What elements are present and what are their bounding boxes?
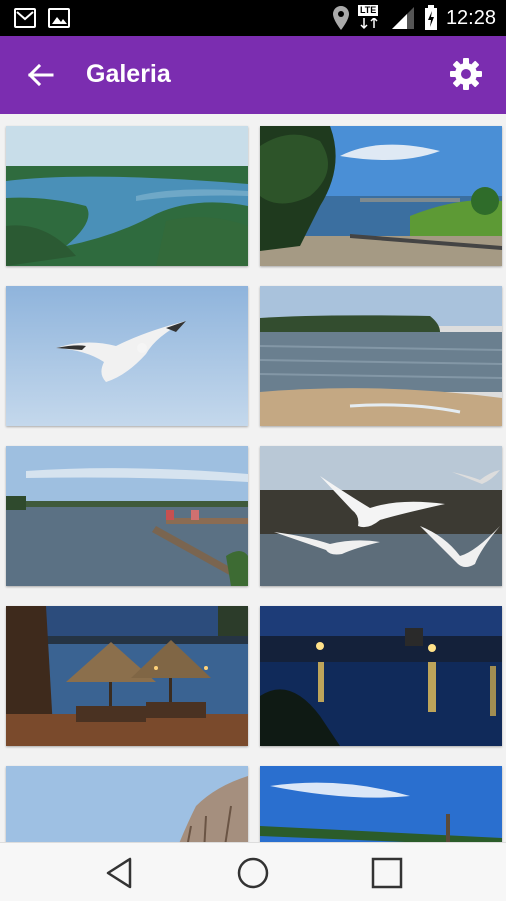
photo-lake-shore-pier-tree[interactable]	[260, 126, 502, 266]
gmail-icon	[14, 8, 36, 28]
photo-seagulls-over-lake[interactable]	[260, 446, 502, 586]
nav-home-button[interactable]	[233, 853, 273, 893]
nav-recents-button[interactable]	[367, 853, 407, 893]
gear-icon	[450, 58, 482, 90]
back-button[interactable]	[24, 58, 58, 92]
photo-sky-with-tree[interactable]	[6, 766, 248, 842]
nav-back-button[interactable]	[100, 853, 140, 893]
photo-aerial-forest-lake[interactable]	[6, 126, 248, 266]
clock: 12:28	[445, 6, 496, 29]
photo-night-lake-lights[interactable]	[260, 606, 502, 746]
page-title: Galeria	[86, 60, 171, 88]
status-bar: LTE 12:28	[0, 0, 506, 36]
battery-icon	[424, 5, 437, 30]
photo-grid	[0, 114, 506, 842]
signal-icon	[391, 7, 414, 29]
lte-icon: LTE	[357, 5, 382, 31]
home-circle-icon	[237, 857, 269, 889]
photo-lake-blue-sky[interactable]	[260, 766, 502, 842]
back-triangle-icon	[106, 857, 132, 889]
system-nav-bar	[0, 842, 506, 901]
photo-lake-beach-shore[interactable]	[260, 286, 502, 426]
arrow-back-icon	[27, 63, 54, 87]
photo-seagull-flying[interactable]	[6, 286, 248, 426]
photo-lake-pier[interactable]	[6, 446, 248, 586]
app-toolbar: Galeria	[0, 36, 506, 114]
settings-button[interactable]	[448, 56, 484, 92]
gallery-icon	[48, 8, 70, 28]
location-icon	[332, 6, 349, 30]
photo-evening-terrace-umbrellas[interactable]	[6, 606, 248, 746]
recents-square-icon	[371, 857, 403, 889]
